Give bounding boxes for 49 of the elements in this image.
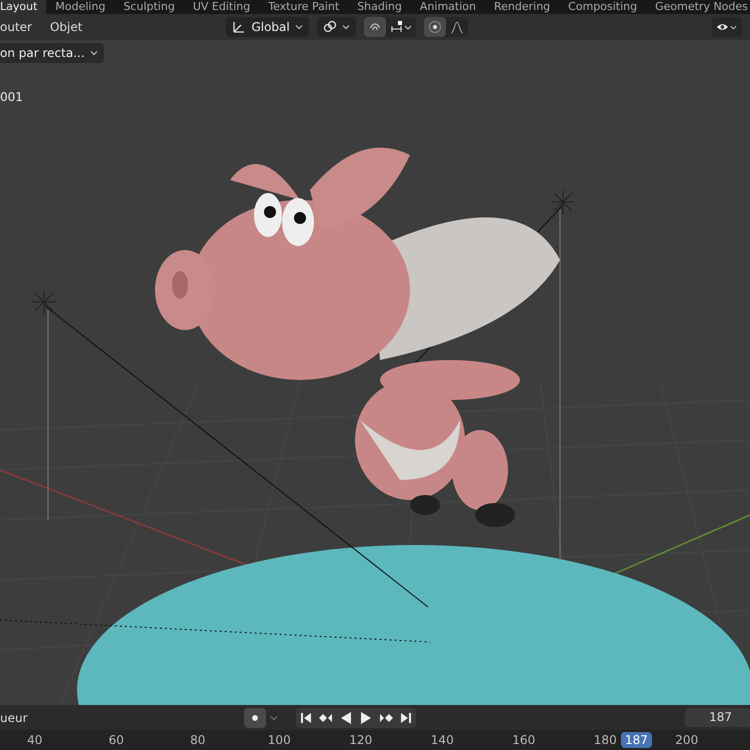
visibility-dropdown[interactable]	[712, 17, 742, 37]
workspace-tab[interactable]: Modeling	[46, 0, 114, 14]
skip-start-icon	[299, 711, 313, 725]
menu-item[interactable]: outer	[0, 20, 40, 34]
pivot-dropdown[interactable]	[316, 17, 356, 37]
sun-light-icon	[32, 290, 56, 314]
chain-link-icon	[322, 20, 337, 34]
caret-icon	[270, 714, 278, 722]
current-frame-marker[interactable]: 187	[621, 732, 652, 748]
workspace-tab[interactable]: Texture Paint	[259, 0, 348, 14]
workspace-tab[interactable]: Sculpting	[114, 0, 184, 14]
frame-number: 120	[349, 733, 372, 747]
next-keyframe-icon	[379, 711, 393, 725]
selection-mode-dropdown[interactable]: on par recta...	[0, 43, 104, 63]
workspace-tab[interactable]: UV Editing	[184, 0, 260, 14]
frame-number: 80	[190, 733, 206, 747]
frame-number: 100	[268, 733, 291, 747]
record-button[interactable]	[244, 708, 266, 728]
workspace-tab[interactable]: Compositing	[559, 0, 646, 14]
snap-target-icon	[390, 20, 412, 34]
object-name-label: 001	[0, 90, 23, 104]
sun-light-icon	[550, 190, 576, 214]
frame-number: 140	[430, 733, 454, 747]
frame-number: 160	[512, 733, 536, 747]
proportional-edit-toggle[interactable]	[424, 17, 446, 37]
play-reverse-icon	[339, 711, 353, 725]
snap-toggle[interactable]	[364, 17, 386, 37]
current-frame-field[interactable]: 187	[685, 708, 750, 727]
workspace-tab[interactable]: Layout	[0, 0, 46, 14]
caret-icon	[90, 49, 98, 57]
caret-icon	[342, 23, 350, 31]
frame-number: 60	[108, 733, 124, 747]
frame-number: 40	[27, 733, 42, 747]
menu-item[interactable]: Objet	[42, 20, 90, 34]
frame-number: 200	[675, 733, 698, 747]
workspace-tab[interactable]: Geometry Nodes	[646, 0, 750, 14]
orientation-dropdown[interactable]: Global	[226, 17, 309, 37]
caret-icon	[294, 23, 303, 31]
target-circle-icon	[428, 20, 442, 34]
axes-icon	[232, 20, 246, 34]
workspace-tab[interactable]: Rendering	[484, 0, 560, 14]
workspace-tab[interactable]: Shading	[348, 0, 411, 14]
frame-number: 180	[594, 733, 617, 747]
playback-menu-label: ueur	[0, 710, 28, 724]
workspace-tab[interactable]: Animation	[410, 0, 485, 14]
play-icon	[359, 711, 373, 725]
previous-keyframe-icon	[319, 711, 333, 725]
skip-end-icon	[399, 711, 413, 725]
falloff-curve-icon	[450, 20, 464, 34]
